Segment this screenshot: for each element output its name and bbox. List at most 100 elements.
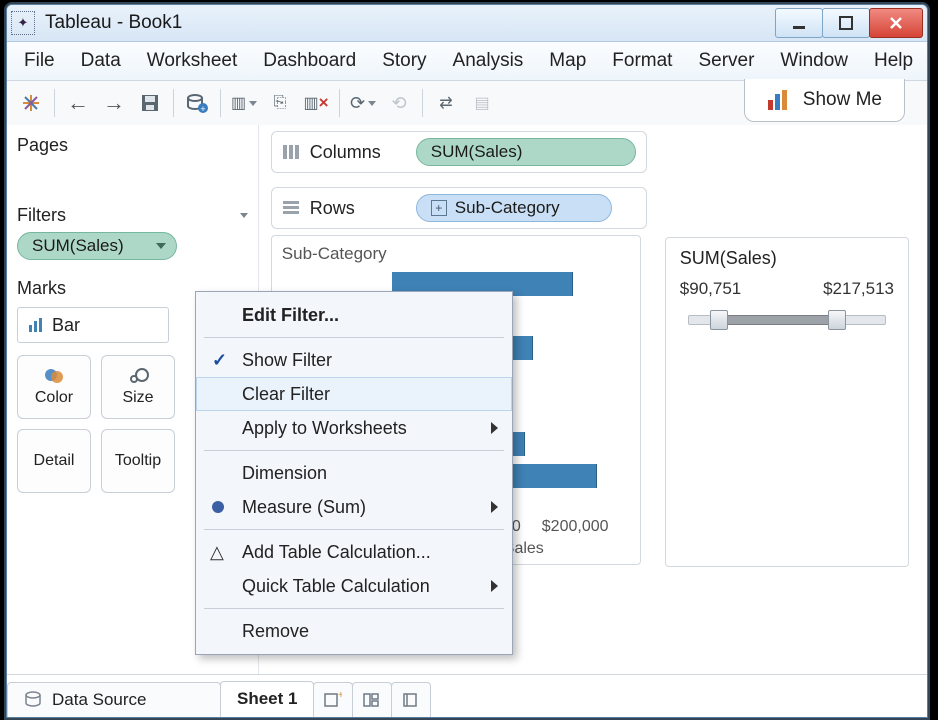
- filter-pill-sum-sales[interactable]: SUM(Sales): [17, 232, 177, 260]
- size-icon: [127, 367, 149, 385]
- auto-update-button[interactable]: ⟳: [347, 87, 379, 119]
- run-icon: ⟲: [391, 93, 406, 114]
- mark-detail-card[interactable]: Detail: [17, 429, 91, 493]
- range-slider[interactable]: [680, 307, 894, 331]
- menubar: File Data Worksheet Dashboard Story Anal…: [7, 42, 927, 81]
- rows-icon: [282, 200, 300, 216]
- duplicate-sheet-button[interactable]: ⎘: [264, 87, 296, 119]
- tableau-logo-icon[interactable]: [15, 87, 47, 119]
- new-worksheet-button[interactable]: ▥: [228, 87, 260, 119]
- swap-button[interactable]: ⇄: [430, 87, 462, 119]
- menu-dimension[interactable]: Dimension: [196, 456, 512, 490]
- mark-color-card[interactable]: Color: [17, 355, 91, 419]
- menu-show-filter[interactable]: ✓ Show Filter: [196, 343, 512, 377]
- rows-label: Rows: [310, 198, 355, 219]
- sort-asc-button[interactable]: ▤: [466, 87, 498, 119]
- columns-icon: [282, 144, 300, 160]
- menu-add-table-calc-label: Add Table Calculation...: [242, 542, 431, 563]
- menu-worksheet[interactable]: Worksheet: [140, 48, 244, 74]
- toolbar-separator: [220, 89, 221, 117]
- menu-story[interactable]: Story: [375, 48, 433, 74]
- expand-icon: +: [431, 200, 447, 216]
- menu-server[interactable]: Server: [691, 48, 761, 74]
- mark-tooltip-card[interactable]: Tooltip: [101, 429, 175, 493]
- menu-remove[interactable]: Remove: [196, 614, 512, 648]
- menu-map[interactable]: Map: [542, 48, 593, 74]
- toolbar-separator: [54, 89, 55, 117]
- rows-shelf[interactable]: Rows + Sub-Category: [271, 187, 647, 229]
- menu-help[interactable]: Help: [867, 48, 920, 74]
- mark-type-select[interactable]: Bar: [17, 307, 169, 343]
- rows-pill-subcategory[interactable]: + Sub-Category: [416, 194, 612, 222]
- menu-edit-filter[interactable]: Edit Filter...: [196, 298, 512, 332]
- clear-sheet-button[interactable]: ▥×: [300, 87, 332, 119]
- tab-data-source-label: Data Source: [52, 690, 147, 710]
- mark-type-label: Bar: [52, 315, 80, 336]
- menu-clear-filter[interactable]: Clear Filter: [196, 377, 512, 411]
- columns-shelf[interactable]: Columns SUM(Sales): [271, 131, 647, 173]
- new-data-source-button[interactable]: +: [181, 87, 213, 119]
- save-icon: [140, 93, 160, 113]
- tab-sheet-1[interactable]: Sheet 1: [220, 681, 314, 718]
- filter-card-sum-sales[interactable]: SUM(Sales) $90,751 $217,513: [665, 237, 909, 567]
- menu-quick-table-calc[interactable]: Quick Table Calculation: [196, 569, 512, 603]
- dropdown-caret-icon: [368, 101, 376, 106]
- new-story-icon: [402, 692, 420, 708]
- menu-add-table-calc[interactable]: △ Add Table Calculation...: [196, 535, 512, 569]
- menu-window[interactable]: Window: [773, 48, 855, 74]
- rows-pill-label: Sub-Category: [455, 198, 560, 218]
- forward-button[interactable]: →: [98, 87, 130, 119]
- save-button[interactable]: [134, 87, 166, 119]
- sort-asc-icon: ▤: [474, 93, 489, 113]
- columns-label: Columns: [310, 142, 381, 163]
- duplicate-icon: ⎘: [274, 94, 287, 112]
- menu-format[interactable]: Format: [605, 48, 679, 74]
- maximize-button[interactable]: [822, 8, 870, 38]
- svg-text:+: +: [338, 692, 342, 701]
- show-me-label: Show Me: [803, 89, 882, 111]
- menu-quick-table-calc-label: Quick Table Calculation: [242, 576, 430, 597]
- swap-icon: ⇄: [439, 93, 452, 113]
- show-me-button[interactable]: Show Me: [744, 79, 905, 122]
- slider-thumb-min[interactable]: [710, 310, 728, 330]
- menu-remove-label: Remove: [242, 621, 309, 642]
- worksheet-icon: ▥: [303, 93, 318, 113]
- new-dashboard-tab[interactable]: [352, 682, 392, 717]
- menu-analysis[interactable]: Analysis: [446, 48, 531, 74]
- pages-shelf[interactable]: Pages: [17, 135, 248, 177]
- window-controls: [776, 8, 923, 38]
- back-button[interactable]: ←: [62, 87, 94, 119]
- pages-label: Pages: [17, 135, 68, 156]
- slider-thumb-max[interactable]: [828, 310, 846, 330]
- minimize-button[interactable]: [775, 8, 823, 38]
- worksheet-add-icon: ▥: [231, 93, 246, 113]
- menu-separator: [204, 450, 504, 451]
- new-story-tab[interactable]: [391, 682, 431, 717]
- menu-separator: [204, 608, 504, 609]
- filter-pill-label: SUM(Sales): [32, 236, 124, 256]
- menu-measure[interactable]: Measure (Sum): [196, 490, 512, 524]
- menu-file[interactable]: File: [17, 48, 62, 74]
- close-button[interactable]: [869, 8, 923, 38]
- mark-detail-label: Detail: [34, 452, 75, 470]
- new-worksheet-tab[interactable]: +: [313, 682, 353, 717]
- menu-dashboard[interactable]: Dashboard: [256, 48, 363, 74]
- columns-pill-sum-sales[interactable]: SUM(Sales): [416, 138, 636, 166]
- run-update-button[interactable]: ⟲: [383, 87, 415, 119]
- mark-color-label: Color: [35, 389, 73, 407]
- tableau-app-icon: ✦: [11, 11, 35, 35]
- tab-data-source[interactable]: Data Source: [7, 682, 221, 717]
- menu-data[interactable]: Data: [74, 48, 128, 74]
- sheet-tab-bar: Data Source Sheet 1 +: [7, 674, 927, 717]
- database-refresh-icon: ⟳: [350, 93, 365, 114]
- mark-size-label: Size: [122, 389, 153, 407]
- menu-apply-to-worksheets[interactable]: Apply to Worksheets: [196, 411, 512, 445]
- x-icon: ×: [319, 93, 329, 113]
- menu-show-filter-label: Show Filter: [242, 350, 332, 371]
- menu-dimension-label: Dimension: [242, 463, 327, 484]
- mark-size-card[interactable]: Size: [101, 355, 175, 419]
- marks-label: Marks: [17, 278, 66, 299]
- filters-shelf[interactable]: Filters SUM(Sales): [17, 205, 248, 260]
- show-me-bars-icon: [767, 90, 791, 110]
- x-tick: $200,000: [542, 518, 609, 536]
